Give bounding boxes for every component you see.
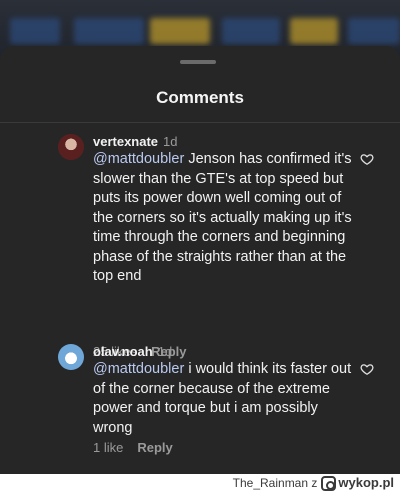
mention-link[interactable]: @mattdoubler (93, 151, 184, 167)
likes-count[interactable]: 1 like (93, 440, 123, 455)
comment-time: 1d (163, 134, 178, 149)
comment-username[interactable]: olav.noah (93, 344, 153, 359)
background-blur-shape (290, 18, 338, 44)
comments-sheet: Comments vertexnate 1d @mattdoubler Jenso… (0, 46, 400, 474)
sheet-title: Comments (156, 88, 244, 107)
background-blur-shape (74, 18, 144, 44)
comment-header: olav.noah 1d (93, 344, 172, 359)
watermark-author: The_Rainman (232, 476, 309, 490)
heart-icon[interactable] (360, 362, 374, 376)
avatar[interactable] (58, 134, 84, 160)
comment-text: @mattdoubler Jenson has confirmed it's s… (93, 150, 355, 287)
background-blur-shape (150, 18, 210, 44)
background-blur-shape (10, 18, 60, 44)
background-blur-shape (348, 18, 400, 44)
comment-username[interactable]: vertexnate (93, 134, 158, 149)
heart-icon[interactable] (360, 152, 374, 166)
drag-handle[interactable] (180, 60, 216, 64)
wykop-logo-icon (321, 476, 337, 492)
comment-text-body: Jenson has confirmed it's slower than th… (93, 151, 352, 284)
comment-text: @mattdoubler i would think its faster ou… (93, 360, 355, 438)
reply-button[interactable]: Reply (137, 440, 172, 455)
watermark-site: wykop.pl (338, 475, 394, 490)
avatar[interactable] (58, 344, 84, 370)
comment-time: 1d (157, 344, 173, 359)
comment-meta: 1 like Reply (93, 440, 173, 455)
watermark-connector: z (311, 476, 318, 490)
watermark: The_Rainman z wykop.pl (232, 475, 394, 492)
mention-link[interactable]: @mattdoubler (93, 361, 184, 377)
comment-header: vertexnate 1d (93, 134, 178, 149)
watermark-bar: The_Rainman z wykop.pl (0, 474, 400, 493)
divider (0, 122, 400, 123)
background-blur-shape (222, 18, 280, 44)
